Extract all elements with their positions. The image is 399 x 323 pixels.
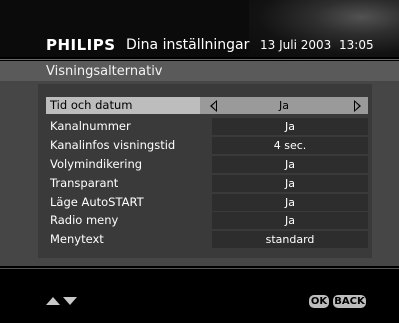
brand-logo: PHILIPS — [46, 36, 116, 54]
option-value-box: 4 sec. — [212, 137, 368, 154]
option-value: Ja — [279, 99, 289, 112]
date-display: 13 Juli 2003 — [260, 38, 332, 52]
option-value: Ja — [285, 196, 295, 209]
option-value-box: standard — [212, 231, 368, 248]
option-label: Transparant — [50, 176, 119, 190]
option-value: standard — [265, 233, 315, 246]
screen-title: Dina inställningar — [126, 37, 250, 53]
option-value-box: Ja — [212, 156, 368, 173]
option-row-tid-och-datum[interactable]: Tid och datum Ja — [46, 97, 368, 114]
option-label: Tid och datum — [50, 98, 133, 112]
option-value: Ja — [285, 158, 295, 171]
option-value: 4 sec. — [273, 139, 307, 152]
option-label: Kanalnummer — [50, 119, 131, 133]
arrow-down-icon — [63, 297, 77, 305]
header-divider — [0, 59, 399, 60]
option-row-lage-autostart[interactable]: Läge AutoSTART Ja — [46, 194, 368, 211]
arrow-up-icon — [46, 297, 60, 305]
time-display: 13:05 — [339, 38, 374, 52]
option-value: Ja — [285, 214, 295, 227]
option-row-kanalinfos-visningstid[interactable]: Kanalinfos visningstid 4 sec. — [46, 137, 368, 154]
option-row-menytext[interactable]: Menytext standard — [46, 231, 368, 248]
option-value-box: Ja — [212, 212, 368, 229]
option-label: Menytext — [50, 232, 104, 246]
option-label: Läge AutoSTART — [50, 195, 144, 209]
subheader-title: Visningsalternativ — [46, 64, 163, 79]
option-value-box: Ja — [212, 194, 368, 211]
option-value-box: Ja — [212, 118, 368, 135]
option-row-kanalnummer[interactable]: Kanalnummer Ja — [46, 118, 368, 135]
option-label: Volymindikering — [50, 157, 143, 171]
arrow-right-icon[interactable] — [354, 100, 361, 112]
option-row-volymindikering[interactable]: Volymindikering Ja — [46, 156, 368, 173]
option-value: Ja — [285, 177, 295, 190]
option-value-box: Ja — [212, 175, 368, 192]
option-value: Ja — [285, 120, 295, 133]
option-value-selector[interactable]: Ja — [200, 97, 368, 114]
ok-button[interactable]: OK — [309, 295, 329, 308]
up-down-arrows-icon — [46, 296, 82, 306]
footer-divider — [0, 268, 399, 269]
option-label: Radio meny — [50, 213, 119, 227]
back-button[interactable]: BACK — [333, 295, 366, 308]
option-row-transparant[interactable]: Transparant Ja — [46, 175, 368, 192]
option-label: Kanalinfos visningstid — [50, 138, 176, 152]
tv-settings-screen: PHILIPS Dina inställningar 13 Juli 2003 … — [0, 0, 399, 323]
option-row-radio-meny[interactable]: Radio meny Ja — [46, 212, 368, 229]
